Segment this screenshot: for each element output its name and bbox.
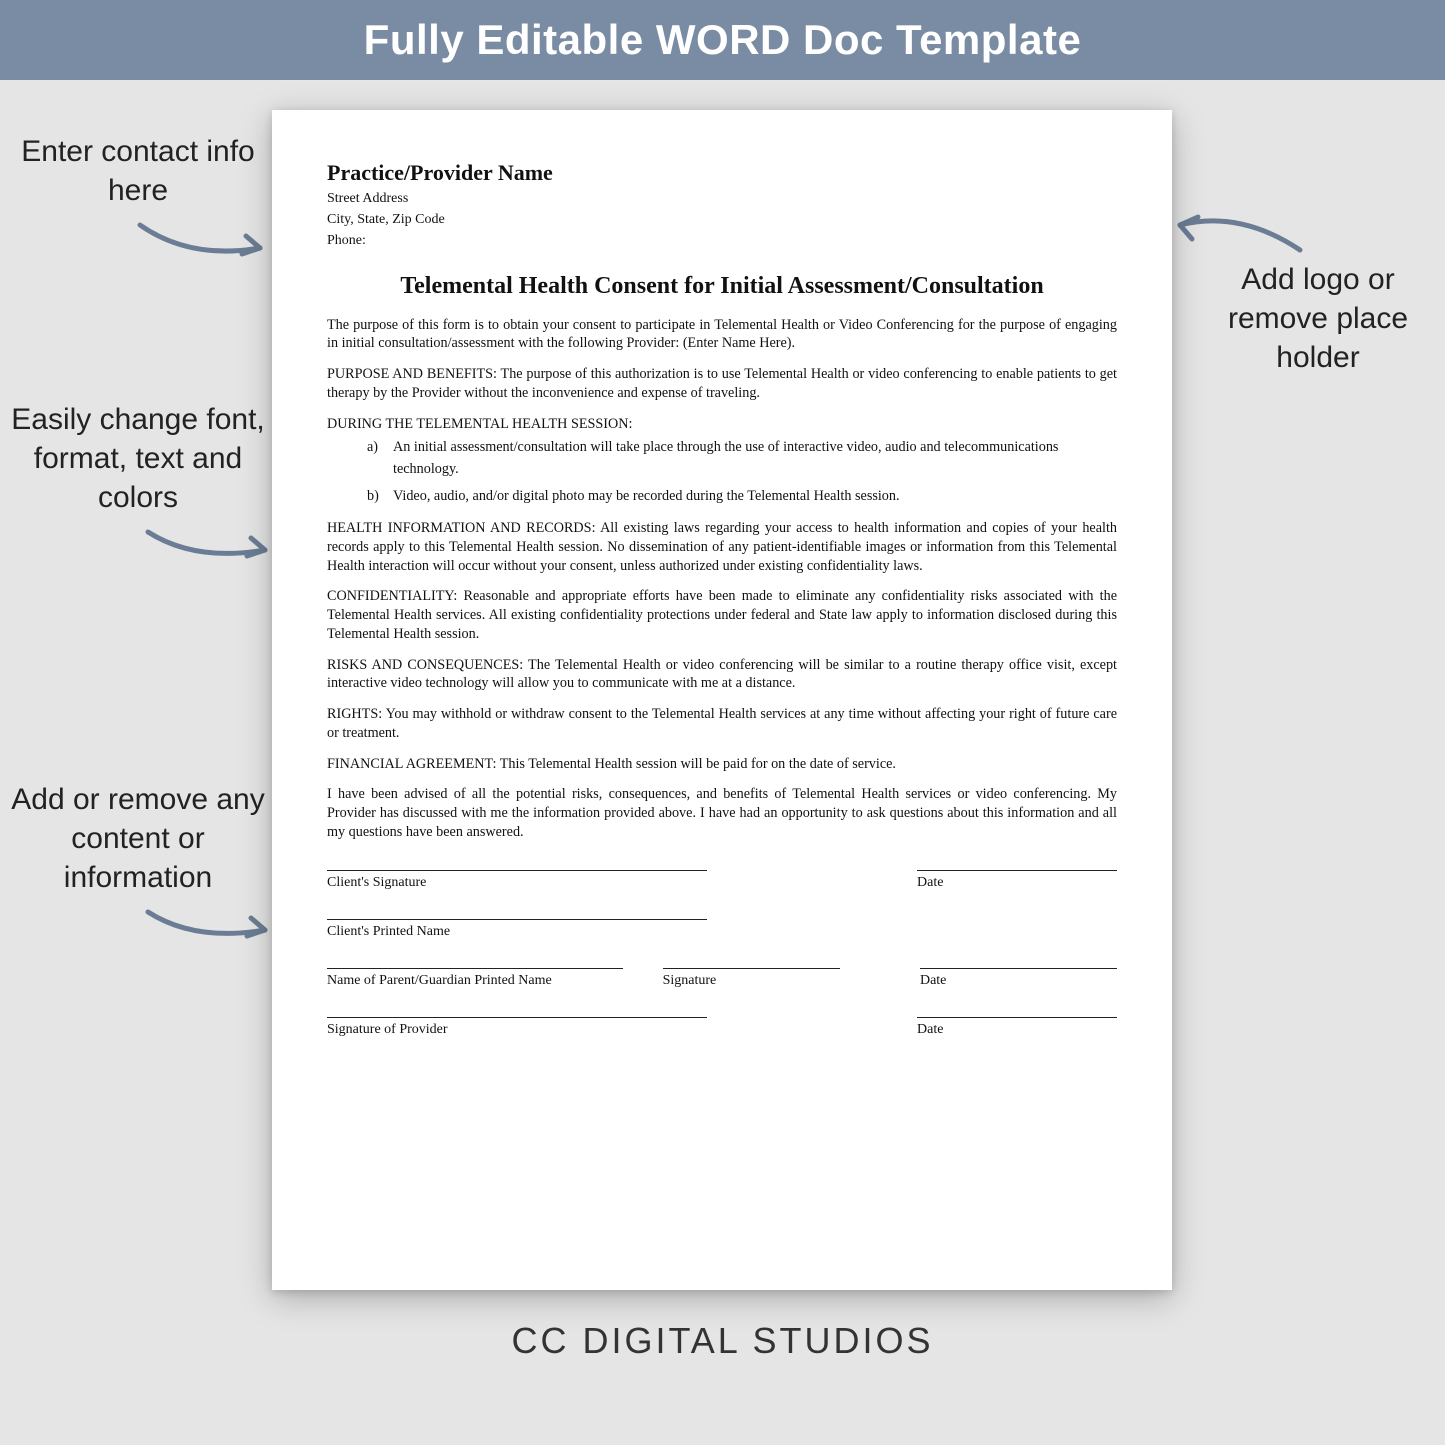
signature-row: Signature of Provider Date: [327, 1017, 1117, 1038]
document-title: Telemental Health Consent for Initial As…: [327, 273, 1117, 300]
client-signature-cell: Client's Signature: [327, 870, 707, 891]
signature-label: Date: [920, 973, 1117, 989]
list-text: Video, audio, and/or digital photo may b…: [393, 486, 900, 507]
signature-label: Date: [917, 875, 1117, 891]
signature-row: Client's Signature Date: [327, 870, 1117, 891]
rights-paragraph: RIGHTS: You may withhold or withdraw con…: [327, 705, 1117, 742]
callout-add-logo: Add logo or remove place holder: [1203, 260, 1433, 377]
phone: Phone:: [327, 232, 1117, 251]
signature-line: [917, 1017, 1117, 1018]
confidentiality-paragraph: CONFIDENTIALITY: Reasonable and appropri…: [327, 587, 1117, 643]
arrow-icon: [140, 900, 280, 950]
financial-paragraph: FINANCIAL AGREEMENT: This Telemental Hea…: [327, 755, 1117, 774]
callout-contact-info: Enter contact info here: [18, 132, 258, 210]
intro-paragraph: The purpose of this form is to obtain yo…: [327, 316, 1117, 353]
list-marker: b): [367, 486, 393, 507]
list-marker: a): [367, 437, 393, 480]
signature-row: Name of Parent/Guardian Printed Name Sig…: [327, 968, 1117, 989]
signature-label: Signature of Provider: [327, 1022, 707, 1038]
header-bar: Fully Editable WORD Doc Template: [0, 0, 1445, 80]
signature-label: Signature: [663, 973, 840, 989]
list-item: b) Video, audio, and/or digital photo ma…: [367, 486, 1117, 507]
document-preview: Practice/Provider Name Street Address Ci…: [272, 110, 1172, 1290]
signature-line: [920, 968, 1117, 969]
header-title: Fully Editable WORD Doc Template: [364, 16, 1082, 64]
arrow-icon: [1170, 195, 1310, 265]
client-printed-cell: Client's Printed Name: [327, 919, 707, 940]
content-area: Enter contact info here Easily change fo…: [0, 80, 1445, 1380]
during-heading: DURING THE TELEMENTAL HEALTH SESSION:: [327, 415, 1117, 434]
purpose-paragraph: PURPOSE AND BENEFITS: The purpose of thi…: [327, 365, 1117, 402]
signature-line: [663, 968, 840, 969]
city-state-zip: City, State, Zip Code: [327, 211, 1117, 230]
list-item: a) An initial assessment/consultation wi…: [367, 437, 1117, 480]
provider-name: Practice/Provider Name: [327, 160, 1117, 186]
signature-label: Client's Signature: [327, 875, 707, 891]
street-address: Street Address: [327, 190, 1117, 209]
signature-row: Client's Printed Name: [327, 919, 1117, 940]
signature-line: [327, 968, 623, 969]
signature-label: Date: [917, 1022, 1117, 1038]
date-cell: Date: [920, 968, 1117, 989]
parent-signature-cell: Signature: [663, 968, 840, 989]
health-info-paragraph: HEALTH INFORMATION AND RECORDS: All exis…: [327, 519, 1117, 575]
signature-line: [327, 1017, 707, 1018]
signature-line: [917, 870, 1117, 871]
signature-line: [327, 870, 707, 871]
signature-block: Client's Signature Date Client's Printed…: [327, 870, 1117, 1038]
acknowledgement-paragraph: I have been advised of all the potential…: [327, 785, 1117, 841]
signature-label: Name of Parent/Guardian Printed Name: [327, 973, 623, 989]
date-cell: Date: [917, 870, 1117, 891]
provider-signature-cell: Signature of Provider: [327, 1017, 707, 1038]
signature-label: Client's Printed Name: [327, 924, 707, 940]
date-cell: Date: [917, 1017, 1117, 1038]
risks-paragraph: RISKS AND CONSEQUENCES: The Telemental H…: [327, 656, 1117, 693]
callout-change-format: Easily change font, format, text and col…: [8, 400, 268, 517]
arrow-icon: [130, 210, 280, 270]
during-list: a) An initial assessment/consultation wi…: [367, 437, 1117, 507]
parent-printed-cell: Name of Parent/Guardian Printed Name: [327, 968, 623, 989]
list-text: An initial assessment/consultation will …: [393, 437, 1117, 480]
arrow-icon: [140, 520, 280, 570]
callout-add-remove: Add or remove any content or information: [8, 780, 268, 897]
footer-brand: CC DIGITAL STUDIOS: [0, 1320, 1445, 1362]
signature-line: [327, 919, 707, 920]
